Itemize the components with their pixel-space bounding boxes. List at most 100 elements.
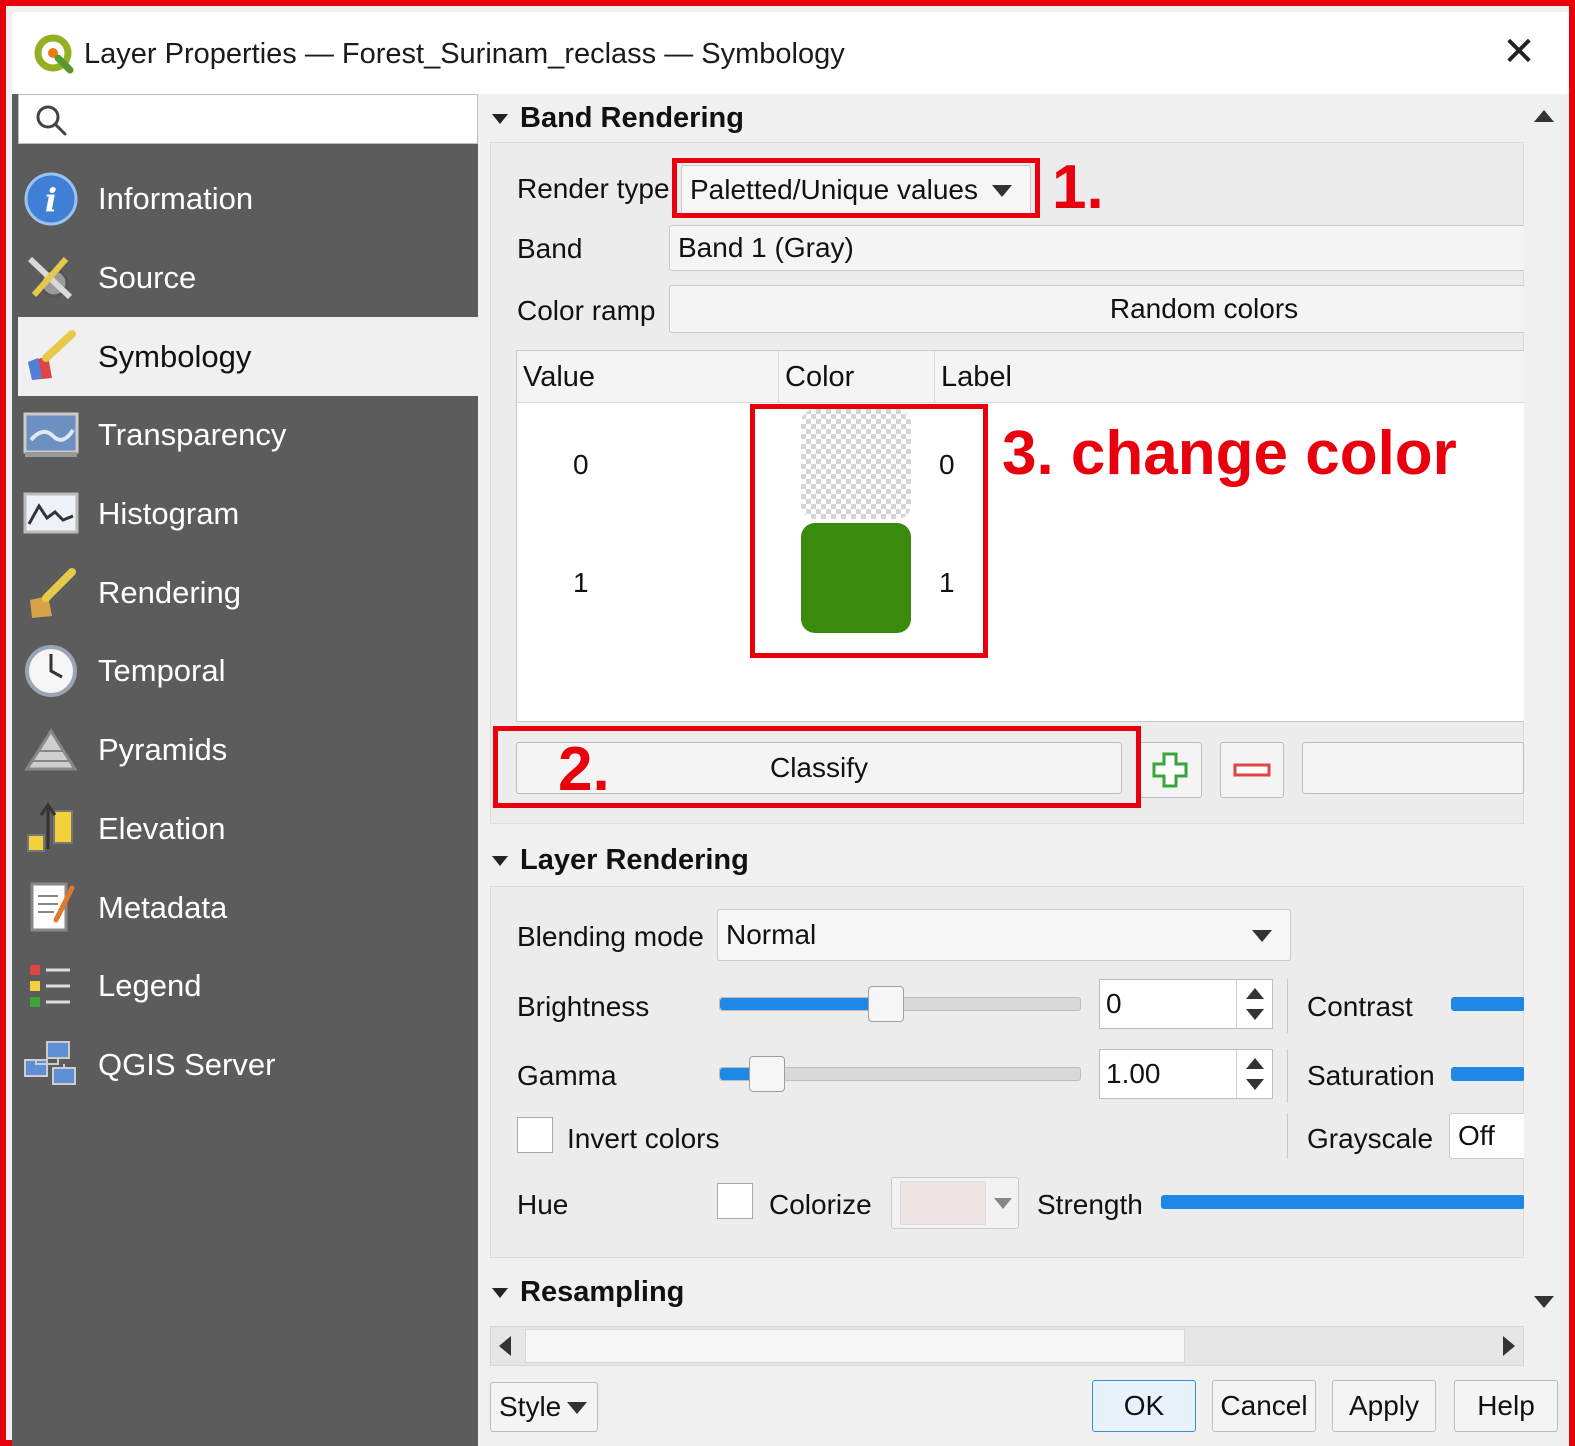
information-icon: i (22, 170, 80, 228)
band-select[interactable]: Band 1 (Gray) (669, 225, 1529, 271)
help-button[interactable]: Help (1454, 1380, 1558, 1432)
spin-arrows[interactable] (1236, 980, 1272, 1028)
qgis-logo-icon (34, 34, 74, 74)
sidebar-nav: i Information Source Symbology Transpare… (12, 160, 478, 1104)
blending-mode-value: Normal (726, 919, 817, 950)
apply-label: Apply (1348, 1390, 1420, 1421)
sidebar-item-pyramids[interactable]: Pyramids (12, 711, 478, 790)
brightness-value: 0 (1106, 988, 1122, 1019)
window-title: Layer Properties — Forest_Surinam_reclas… (84, 38, 845, 70)
close-button[interactable]: ✕ (1499, 32, 1539, 72)
separator (1287, 979, 1288, 1033)
cancel-button[interactable]: Cancel (1212, 1380, 1316, 1432)
more-options-button[interactable] (1302, 742, 1524, 794)
saturation-slider[interactable] (1451, 1067, 1525, 1081)
apply-button[interactable]: Apply (1332, 1380, 1436, 1432)
brightness-label: Brightness (517, 991, 650, 1022)
gamma-label: Gamma (517, 1060, 617, 1091)
sidebar-item-label: Transparency (98, 417, 287, 453)
histogram-icon (22, 485, 80, 543)
ok-label: OK (1123, 1390, 1165, 1421)
spin-arrows[interactable] (1236, 1050, 1272, 1098)
palette-table[interactable]: Value Color Label 0 0 1 1 (516, 350, 1526, 722)
sidebar-item-label: Metadata (98, 889, 228, 925)
color-ramp-button[interactable]: Random colors (669, 285, 1529, 333)
brightness-slider-handle[interactable] (867, 986, 904, 1022)
band-rendering-header[interactable]: Band Rendering (492, 102, 744, 135)
gamma-spinbox[interactable]: 1.00 (1099, 1049, 1273, 1099)
scroll-down-icon[interactable] (1534, 1296, 1554, 1308)
grayscale-label: Grayscale (1307, 1123, 1434, 1154)
sidebar-item-label: Source (98, 260, 197, 296)
scroll-right-icon[interactable] (1503, 1336, 1515, 1356)
sidebar-item-source[interactable]: Source (12, 239, 478, 318)
sidebar-item-transparency[interactable]: Transparency (12, 396, 478, 475)
sidebar-item-temporal[interactable]: Temporal (12, 632, 478, 711)
transparency-icon (22, 406, 80, 464)
resampling-header[interactable]: Resampling (492, 1276, 684, 1309)
invert-colors-checkbox[interactable] (517, 1117, 553, 1153)
brightness-spinbox[interactable]: 0 (1099, 979, 1273, 1029)
column-header-value[interactable]: Value (517, 351, 779, 403)
contrast-label: Contrast (1307, 991, 1413, 1022)
collapse-triangle-icon (492, 1287, 508, 1298)
collapse-triangle-icon (492, 855, 508, 866)
table-header: Value Color Label (517, 351, 1525, 403)
sidebar-item-label: Histogram (98, 496, 240, 532)
sidebar-item-rendering[interactable]: Rendering (12, 553, 478, 632)
arrow-up-icon (1246, 1058, 1264, 1069)
grayscale-select[interactable]: Off (1449, 1113, 1529, 1159)
blending-mode-select[interactable]: Normal (717, 909, 1291, 961)
brightness-slider-fill (720, 998, 886, 1010)
sidebar-item-information[interactable]: i Information (12, 160, 478, 239)
row-1-value[interactable]: 1 (573, 567, 589, 599)
color-ramp-label: Color ramp (517, 295, 656, 326)
colorize-color-button[interactable] (891, 1177, 1019, 1229)
metadata-icon (22, 879, 80, 937)
search-icon (36, 105, 67, 136)
contrast-slider[interactable] (1451, 997, 1525, 1011)
style-menu-button[interactable]: Style (490, 1382, 598, 1432)
cancel-label: Cancel (1220, 1390, 1308, 1421)
sidebar-item-label: Rendering (98, 574, 242, 610)
sidebar-item-qgis-server[interactable]: QGIS Server (12, 1026, 478, 1105)
sidebar-item-elevation[interactable]: Elevation (12, 790, 478, 869)
scroll-left-icon[interactable] (499, 1336, 511, 1356)
vertical-scrollbar[interactable] (1524, 98, 1562, 1320)
layer-rendering-header[interactable]: Layer Rendering (492, 844, 749, 877)
brightness-slider[interactable] (719, 986, 1081, 1022)
arrow-down-icon (1246, 1079, 1264, 1090)
annotation-box-color-column (750, 404, 988, 658)
chevron-down-icon (994, 1198, 1012, 1209)
chevron-down-icon (567, 1402, 587, 1414)
sidebar-item-label: Elevation (98, 810, 226, 846)
chevron-down-icon (1252, 930, 1272, 942)
ok-button[interactable]: OK (1092, 1380, 1196, 1432)
column-header-label[interactable]: Label (935, 351, 1527, 403)
search-input[interactable] (18, 94, 478, 144)
sidebar-item-legend[interactable]: Legend (12, 947, 478, 1026)
column-header-color[interactable]: Color (779, 351, 935, 403)
server-icon (22, 1036, 80, 1094)
row-0-value[interactable]: 0 (573, 449, 589, 481)
arrow-down-icon (1246, 1009, 1264, 1020)
remove-value-button[interactable] (1220, 742, 1284, 798)
scroll-up-icon[interactable] (1534, 110, 1554, 122)
gamma-slider-handle[interactable] (748, 1056, 785, 1092)
horizontal-scroll-thumb[interactable] (525, 1329, 1185, 1363)
horizontal-scrollbar[interactable] (490, 1326, 1524, 1366)
sidebar-item-histogram[interactable]: Histogram (12, 475, 478, 554)
title-bar: Layer Properties — Forest_Surinam_reclas… (12, 12, 1569, 94)
strength-slider[interactable] (1161, 1195, 1525, 1209)
gamma-slider[interactable] (719, 1056, 1081, 1092)
colorize-label: Colorize (769, 1189, 872, 1220)
saturation-label: Saturation (1307, 1060, 1435, 1091)
add-value-button[interactable] (1138, 742, 1202, 798)
scroll-thumb[interactable] (1528, 138, 1558, 1208)
band-label: Band (517, 233, 583, 264)
sidebar-item-symbology[interactable]: Symbology (18, 317, 478, 397)
svg-text:i: i (45, 181, 57, 219)
legend-icon (22, 957, 80, 1015)
sidebar-item-metadata[interactable]: Metadata (12, 868, 478, 947)
colorize-checkbox[interactable] (717, 1183, 753, 1219)
